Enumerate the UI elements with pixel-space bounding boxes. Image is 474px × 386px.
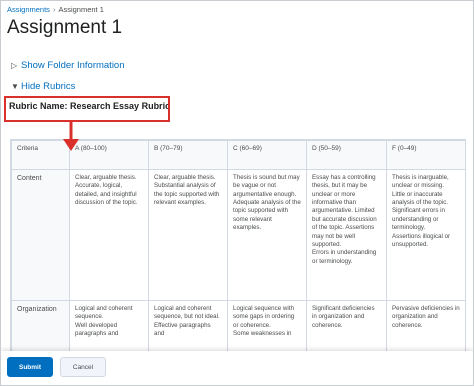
table-cell: Significant deficiencies in organization…	[306, 300, 387, 354]
page-title: Assignment 1	[7, 17, 123, 38]
highlight-box	[4, 96, 170, 122]
rubric-table: Criteria A (80–100) B (70–79) C (60–69) …	[11, 140, 465, 354]
breadcrumb-current: Assignment 1	[58, 5, 104, 14]
assignment-page: Assignments › Assignment 1 Assignment 1 ▷ S…	[0, 0, 474, 386]
show-folder-information-toggle[interactable]: ▷ Show Folder Information	[11, 60, 125, 71]
column-header: C (60–69)	[227, 140, 307, 170]
footer-bar: Submit Cancel	[1, 351, 473, 385]
table-row: Content Clear, arguable thesis. Accurate…	[11, 169, 465, 301]
breadcrumb-separator-icon: ›	[52, 5, 56, 14]
table-cell: Logical and coherent sequence, but not i…	[148, 300, 228, 354]
column-header: B (70–79)	[148, 140, 228, 170]
table-row: Organization Logical and coherent sequen…	[11, 300, 465, 354]
table-cell: Thesis is sound but may be vague or not …	[227, 169, 307, 301]
table-cell: Pervasive deficiencies in organization a…	[386, 300, 465, 354]
table-cell: Clear, arguable thesis. Substantial anal…	[148, 169, 228, 301]
table-cell: Thesis is inarguable, unclear or missing…	[386, 169, 465, 301]
cancel-button[interactable]: Cancel	[60, 357, 106, 377]
caret-down-icon: ▼	[11, 82, 19, 91]
hide-rubrics-toggle[interactable]: ▼ Hide Rubrics	[11, 81, 75, 92]
table-cell: Logical sequence with some gaps in order…	[227, 300, 307, 354]
column-header: D (50–59)	[306, 140, 387, 170]
table-header-row: Criteria A (80–100) B (70–79) C (60–69) …	[11, 140, 465, 170]
breadcrumb-link-assignments[interactable]: Assignments	[7, 5, 50, 14]
column-header: F (0–49)	[386, 140, 465, 170]
column-header: Criteria	[11, 140, 70, 170]
criteria-cell: Organization	[11, 300, 70, 354]
column-header: A (80–100)	[69, 140, 149, 170]
table-cell: Clear, arguable thesis. Accurate, logica…	[69, 169, 149, 301]
criteria-cell: Content	[11, 169, 70, 301]
caret-right-icon: ▷	[11, 61, 18, 70]
table-cell: Logical and coherent sequence. Well deve…	[69, 300, 149, 354]
rubric-table-container: Criteria A (80–100) B (70–79) C (60–69) …	[10, 139, 466, 355]
submit-button[interactable]: Submit	[7, 357, 53, 377]
show-folder-information-label: Show Folder Information	[21, 60, 125, 71]
breadcrumb: Assignments › Assignment 1	[7, 5, 104, 14]
hide-rubrics-label: Hide Rubrics	[21, 81, 76, 92]
table-cell: Essay has a controlling thesis, but it m…	[306, 169, 387, 301]
